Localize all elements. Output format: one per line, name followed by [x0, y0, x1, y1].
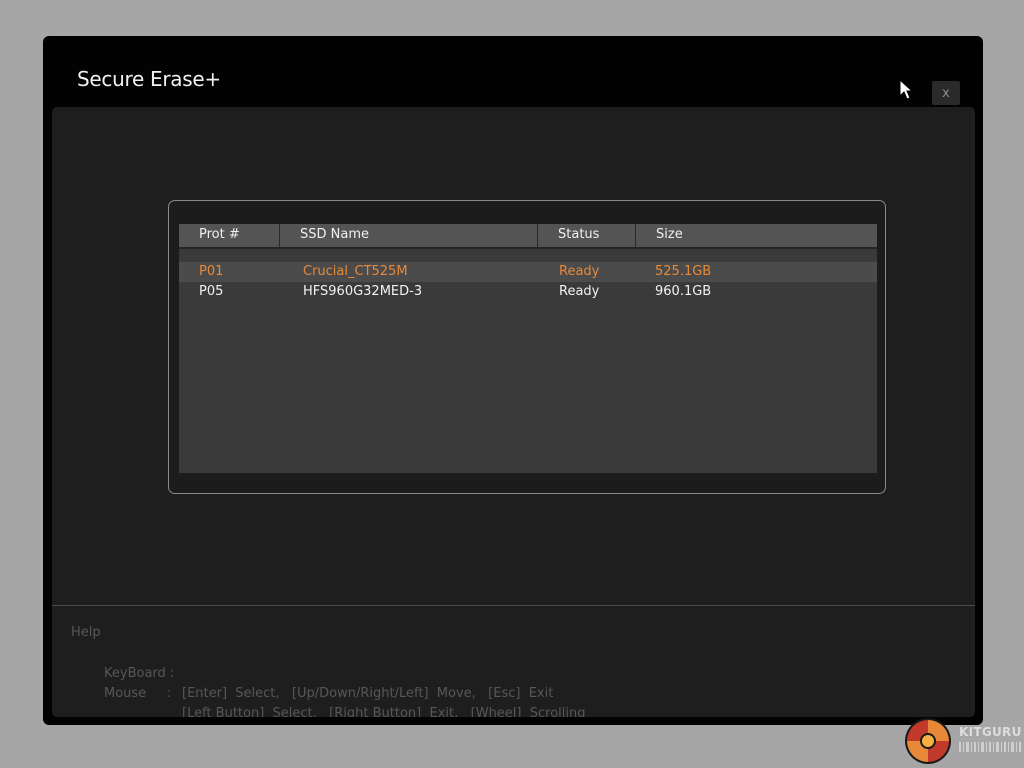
size-cell: 960.1GB: [655, 284, 712, 299]
help-keyboard-line: KeyBoard : [Enter] Select, [Up/Down/Righ…: [71, 644, 553, 701]
ssd-list-frame: Prot # SSD Name Status Size P01 Crucial_…: [168, 200, 886, 494]
ssd-list[interactable]: Prot # SSD Name Status Size P01 Crucial_…: [179, 224, 877, 473]
column-header-ssd-name: SSD Name: [280, 224, 538, 247]
kitguru-logo-icon: [905, 718, 951, 764]
mouse-pointer-icon: [899, 79, 914, 100]
close-button[interactable]: x: [932, 81, 960, 105]
help-title: Help: [71, 625, 101, 640]
column-header-port: Prot #: [179, 224, 280, 247]
help-section: Help KeyBoard : [Enter] Select, [Up/Down…: [71, 625, 586, 717]
main-panel: Prot # SSD Name Status Size P01 Crucial_…: [52, 107, 975, 717]
status-cell: Ready: [559, 284, 600, 299]
secure-erase-window: Secure Erase+ x Prot # SSD Name Status S…: [43, 36, 983, 725]
help-keyboard-label: KeyBoard :: [104, 666, 175, 681]
help-mouse-label: Mouse :: [104, 686, 172, 701]
barcode-icon: [959, 742, 1021, 752]
window-title: Secure Erase+: [77, 67, 221, 91]
help-mouse-line: Mouse : [Left Button] Select, [Right But…: [71, 664, 586, 717]
help-divider: [52, 605, 975, 606]
ssd-name-cell: Crucial_CT525M: [303, 264, 408, 279]
table-header: Prot # SSD Name Status Size: [179, 224, 877, 249]
table-row[interactable]: P05 HFS960G32MED-3 Ready 960.1GB: [179, 282, 877, 302]
status-cell: Ready: [559, 264, 600, 279]
help-keyboard-text: [Enter] Select, [Up/Down/Right/Left] Mov…: [182, 686, 554, 701]
help-mouse-text: [Left Button] Select, [Right Button] Exi…: [182, 706, 586, 717]
port-cell: P01: [199, 264, 224, 279]
table-body: P01 Crucial_CT525M Ready 525.1GB P05 HFS…: [179, 262, 877, 302]
port-cell: P05: [199, 284, 224, 299]
column-header-size: Size: [656, 227, 683, 242]
size-cell: 525.1GB: [655, 264, 712, 279]
kitguru-logo: KITGURU: [903, 716, 1024, 768]
column-header-status: Status: [538, 224, 636, 247]
ssd-name-cell: HFS960G32MED-3: [303, 284, 423, 299]
kitguru-logo-text: KITGURU: [959, 725, 1022, 739]
table-row[interactable]: P01 Crucial_CT525M Ready 525.1GB: [179, 262, 877, 282]
